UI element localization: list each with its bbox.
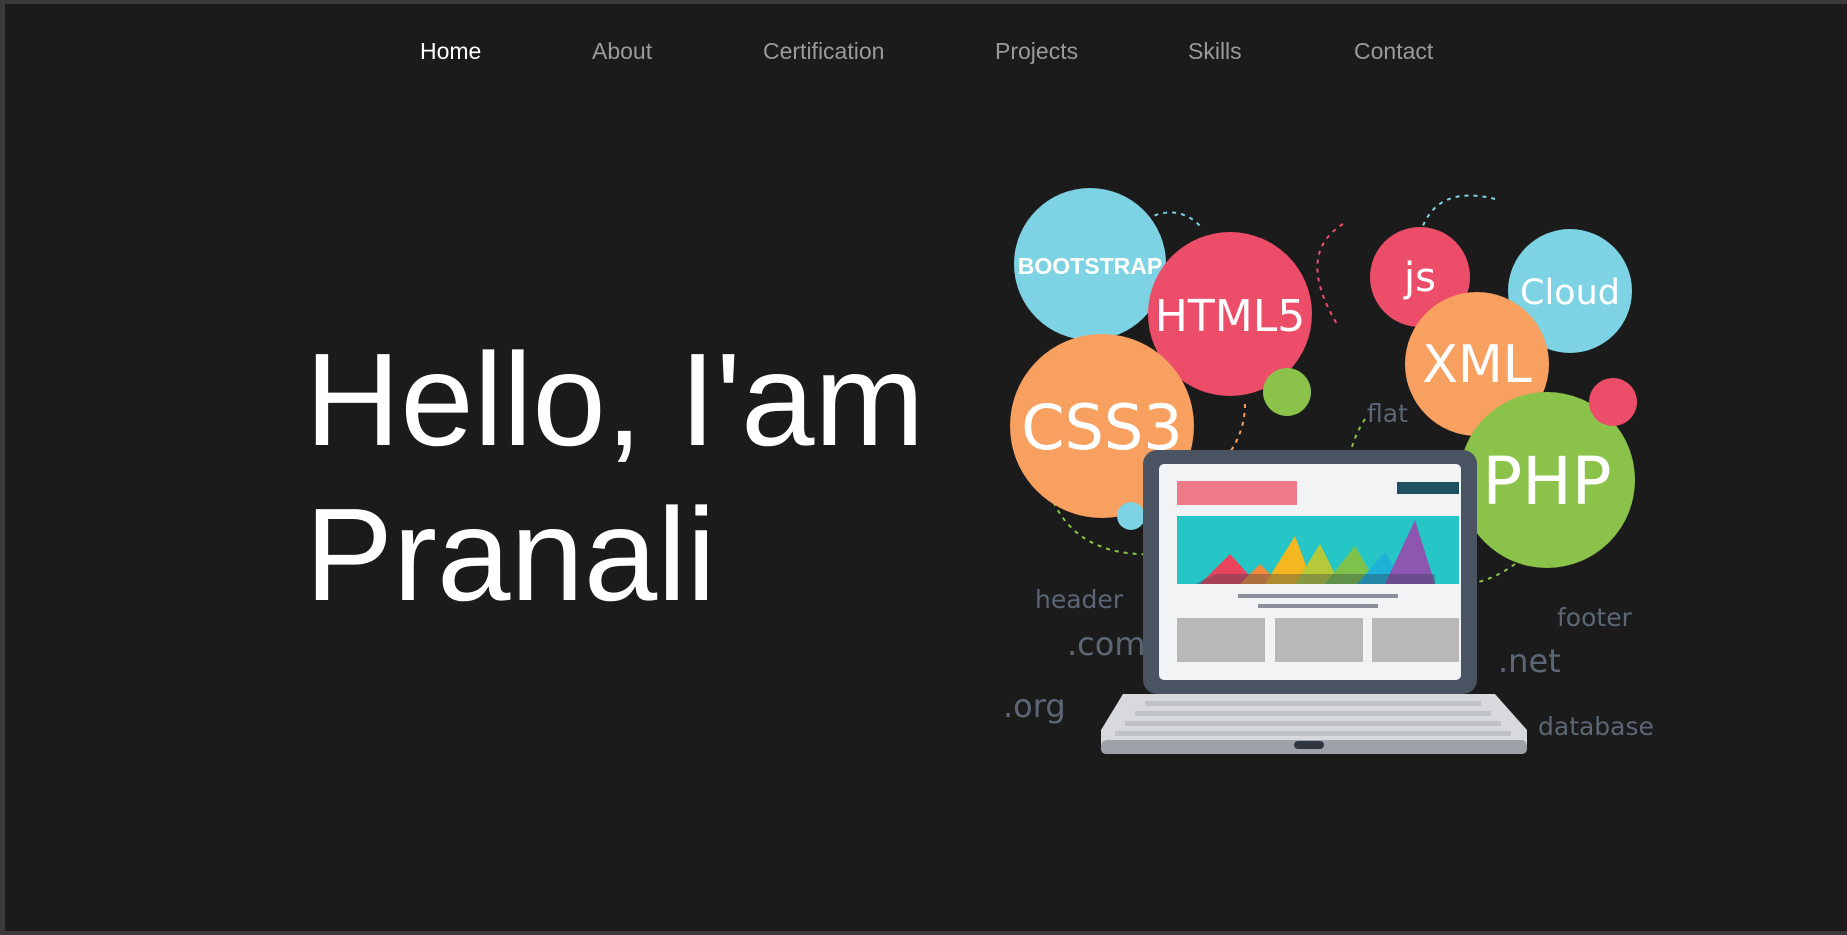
- nav-home-link[interactable]: Home: [420, 38, 481, 65]
- screen-text-line: [1258, 604, 1378, 608]
- page-frame: Home About Certification Projects Skills…: [5, 4, 1847, 931]
- screen-menu-bar: [1397, 482, 1459, 494]
- hero-name: Pranali: [305, 481, 716, 628]
- hero-heading: Hello, I'am Pranali: [305, 322, 924, 632]
- nav-about-link[interactable]: About: [592, 38, 652, 65]
- word-flat: flat: [1367, 399, 1408, 428]
- small-teal-dot: [1117, 502, 1145, 530]
- cloud-label: Cloud: [1520, 273, 1620, 313]
- laptop-icon: [1101, 450, 1527, 754]
- small-pink-dot: [1589, 378, 1637, 426]
- word-com: .com: [1067, 625, 1146, 663]
- top-nav: Home About Certification Projects Skills…: [5, 4, 1847, 94]
- html5-label: HTML5: [1155, 291, 1305, 342]
- screen-text-line: [1238, 594, 1398, 598]
- word-header: header: [1035, 585, 1124, 614]
- word-database: database: [1538, 712, 1654, 741]
- connector-dash: [1316, 223, 1344, 325]
- xml-label: XML: [1422, 335, 1531, 395]
- small-green-dot: [1263, 368, 1311, 416]
- nav-skills-link[interactable]: Skills: [1188, 38, 1242, 65]
- screen-card: [1275, 618, 1363, 662]
- php-label: PHP: [1482, 443, 1611, 520]
- screen-title-bar: [1177, 481, 1297, 505]
- connector-dash: [1349, 418, 1366, 455]
- hero-greeting: Hello, I'am: [305, 326, 925, 473]
- screen-card: [1372, 618, 1459, 662]
- nav-certification-link[interactable]: Certification: [763, 38, 884, 65]
- nav-projects-link[interactable]: Projects: [995, 38, 1078, 65]
- nav-contact-link[interactable]: Contact: [1354, 38, 1433, 65]
- word-net: .net: [1498, 642, 1561, 680]
- connector-dash: [1419, 194, 1496, 235]
- word-org: .org: [1003, 687, 1066, 725]
- illustration-svg: BOOTSTRAP HTML5 CSS3 js Cloud XML PHP fl…: [1003, 188, 1654, 754]
- web-development-illustration: BOOTSTRAP HTML5 CSS3 js Cloud XML PHP fl…: [995, 174, 1655, 764]
- js-label: js: [1403, 255, 1436, 301]
- screen-card: [1177, 618, 1265, 662]
- laptop-touchpad: [1294, 741, 1324, 749]
- word-footer: footer: [1557, 603, 1633, 632]
- bootstrap-label: BOOTSTRAP: [1018, 253, 1162, 279]
